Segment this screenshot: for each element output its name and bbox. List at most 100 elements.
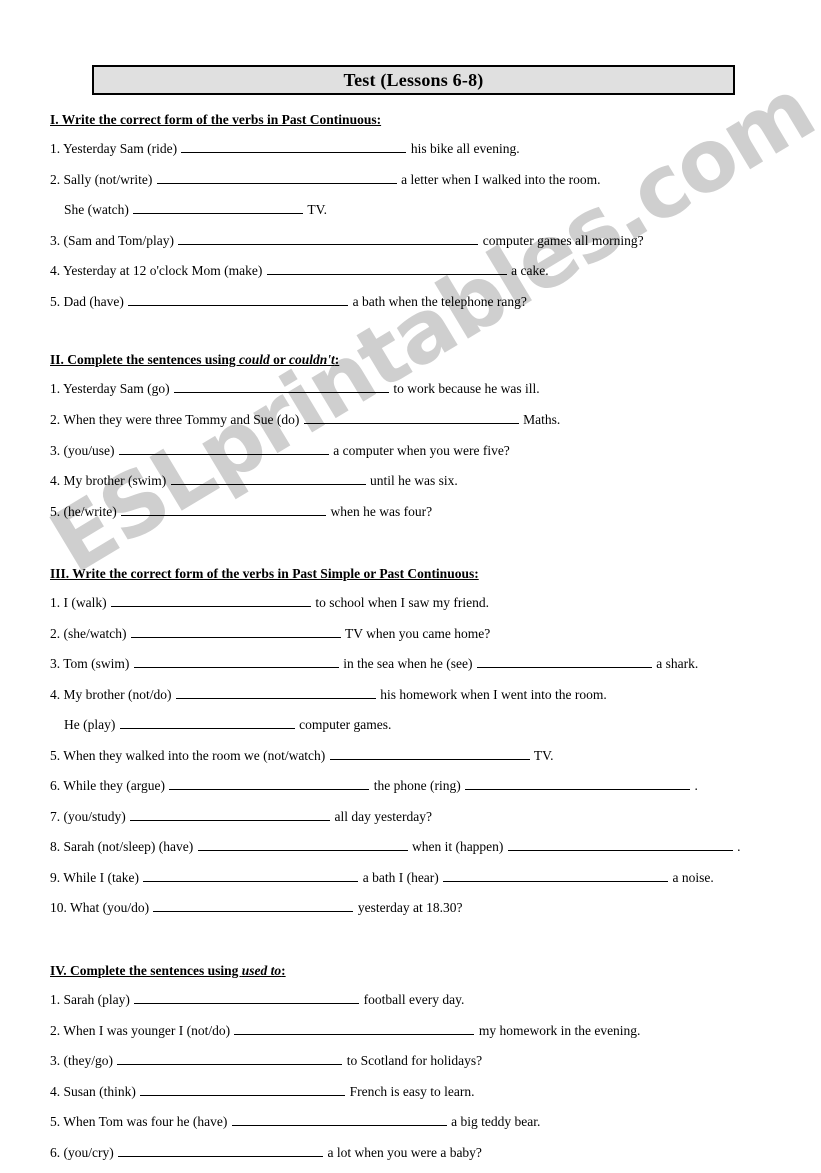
section-2-question-2: 2. When they were three Tommy and Sue (d… <box>50 410 795 428</box>
question-text: a bath I (hear) <box>359 869 439 885</box>
question-text: 4. My brother (swim) <box>50 473 170 489</box>
answer-blank[interactable] <box>118 441 329 455</box>
section-4-question-3: 3. (they/go) to Scotland for holidays? <box>50 1051 795 1069</box>
question-text: 5. When they walked into the room we (no… <box>50 747 329 763</box>
section-2-question-5: 5. (he/write) when he was four? <box>50 502 795 520</box>
question-text: TV when you came home? <box>341 625 491 641</box>
question-text: a lot when you were a baby? <box>324 1144 482 1160</box>
page-title: Test (Lessons 6-8) <box>343 69 484 90</box>
answer-blank[interactable] <box>181 139 407 154</box>
answer-blank[interactable] <box>443 868 669 882</box>
question-text: a shark. <box>652 656 699 672</box>
answer-blank[interactable] <box>118 1143 324 1157</box>
answer-blank[interactable] <box>121 502 327 516</box>
section-3-heading: III. Write the correct form of the verbs… <box>50 566 479 582</box>
question-text: TV. <box>304 202 327 218</box>
section-4-question-1: 1. Sarah (play) football every day. <box>50 990 795 1008</box>
question-text: 4. My brother (not/do) <box>50 686 175 702</box>
section-3-question-9: 8. Sarah (not/sleep) (have) when it (hap… <box>50 837 795 855</box>
answer-blank[interactable] <box>134 990 360 1005</box>
answer-blank[interactable] <box>117 1051 343 1066</box>
answer-blank[interactable] <box>197 837 408 852</box>
question-text: 3. Tom (swim) <box>50 656 133 672</box>
section-1-question-5: 4. Yesterday at 12 o'clock Mom (make) a … <box>50 261 795 279</box>
sections-container: I. Write the correct form of the verbs i… <box>50 112 795 1173</box>
question-text: She (watch) <box>64 202 133 218</box>
answer-blank[interactable] <box>110 593 311 608</box>
question-text: He (play) <box>64 717 119 733</box>
question-text: 2. When I was younger I (not/do) <box>50 1022 234 1038</box>
answer-blank[interactable] <box>329 746 530 760</box>
question-text: a big teddy bear. <box>447 1114 541 1130</box>
section-2-question-3: 3. (you/use) a computer when you were fi… <box>50 441 795 459</box>
section-3-question-4: 4. My brother (not/do) his homework when… <box>50 685 795 703</box>
question-text: 3. (they/go) <box>50 1053 117 1069</box>
answer-blank[interactable] <box>133 200 304 215</box>
answer-blank[interactable] <box>266 261 507 276</box>
answer-blank[interactable] <box>507 837 733 852</box>
question-text: when he was four? <box>327 503 433 519</box>
section-3-question-2: 2. (she/watch) TV when you came home? <box>50 624 795 642</box>
answer-blank[interactable] <box>231 1112 447 1127</box>
question-text: . <box>733 839 741 855</box>
question-text: a bath when the telephone rang? <box>349 293 527 309</box>
section-2-heading-keyword-1: could <box>239 352 270 368</box>
question-text: 2. (she/watch) <box>50 625 130 641</box>
section-1-question-6: 5. Dad (have) a bath when the telephone … <box>50 292 795 310</box>
answer-blank[interactable] <box>119 715 295 730</box>
question-text: all day yesterday? <box>331 808 432 824</box>
question-text: the phone (ring) <box>370 778 461 794</box>
section-1: I. Write the correct form of the verbs i… <box>50 112 795 309</box>
section-2-question-4: 4. My brother (swim) until he was six. <box>50 471 795 489</box>
answer-blank[interactable] <box>174 379 389 394</box>
question-text: 5. When Tom was four he (have) <box>50 1114 231 1130</box>
question-text: 9. While I (take) <box>50 869 143 885</box>
section-1-question-3: She (watch) TV. <box>50 200 795 218</box>
question-text: football every day. <box>360 992 465 1008</box>
answer-blank[interactable] <box>170 471 366 486</box>
question-text: . <box>691 778 698 794</box>
answer-blank[interactable] <box>476 654 652 669</box>
question-text: French is easy to learn. <box>346 1083 475 1099</box>
answer-blank[interactable] <box>128 292 349 306</box>
answer-blank[interactable] <box>130 624 341 638</box>
answer-blank[interactable] <box>465 776 691 791</box>
answer-blank[interactable] <box>143 868 359 882</box>
section-1-question-4: 3. (Sam and Tom/play) computer games all… <box>50 231 795 249</box>
section-3-question-6: 5. When they walked into the room we (no… <box>50 746 795 764</box>
section-4-heading-keyword-1: used to <box>241 962 282 978</box>
question-text: 8. Sarah (not/sleep) (have) <box>50 839 197 855</box>
answer-blank[interactable] <box>234 1021 475 1035</box>
answer-blank[interactable] <box>169 776 370 791</box>
question-text: to work because he was ill. <box>390 381 540 397</box>
question-text: 1. Yesterday Sam (ride) <box>50 141 181 157</box>
section-3-question-3: 3. Tom (swim) in the sea when he (see) a… <box>50 654 795 672</box>
answer-blank[interactable] <box>303 410 519 424</box>
answer-blank[interactable] <box>140 1082 346 1096</box>
worksheet-page: ESLprintables.com Test (Lessons 6-8) I. … <box>0 0 821 1169</box>
section-3-question-1: 1. I (walk) to school when I saw my frie… <box>50 593 795 611</box>
section-2-heading: II. Complete the sentences using could o… <box>50 352 340 368</box>
question-text: in the sea when he (see) <box>339 656 473 672</box>
question-text: his bike all evening. <box>407 141 520 157</box>
answer-blank[interactable] <box>133 654 339 669</box>
section-3-question-8: 7. (you/study) all day yesterday? <box>50 807 795 825</box>
question-text: 5. (he/write) <box>50 503 121 519</box>
answer-blank[interactable] <box>153 898 354 913</box>
question-text: 3. (Sam and Tom/play) <box>50 232 178 248</box>
answer-blank[interactable] <box>156 170 397 184</box>
answer-blank[interactable] <box>175 685 376 699</box>
answer-blank[interactable] <box>178 231 479 245</box>
section-2-heading-keyword-2: couldn't <box>289 352 335 368</box>
section-2-question-1: 1. Yesterday Sam (go) to work because he… <box>50 379 795 397</box>
section-3-question-5: He (play) computer games. <box>50 715 795 733</box>
question-text: computer games all morning? <box>479 232 644 248</box>
question-text: 10. What (you/do) <box>50 900 153 916</box>
question-text: TV. <box>530 747 554 763</box>
question-text: 2. When they were three Tommy and Sue (d… <box>50 411 303 427</box>
section-4-question-2: 2. When I was younger I (not/do) my home… <box>50 1021 795 1039</box>
answer-blank[interactable] <box>130 807 331 821</box>
question-text: when it (happen) <box>408 839 504 855</box>
